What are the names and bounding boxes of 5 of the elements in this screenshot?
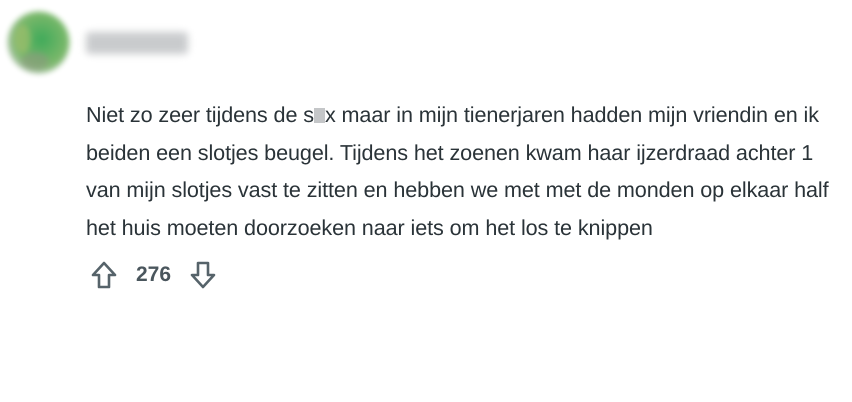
comment-text: Niet zo zeer tijdens de s x maar in mijn tienerjaren hadden mijn vriendin en ik beiden een slotjes beugel. Tijdens het zoenen kwam haar ijzerdraad achter 1 van mijn slotjes vast te zitten en hebben we met met de monden op elkaar half het huis moeten doorzoeken naar iets om het los te knippen — [86, 101, 830, 242]
censor-block — [314, 108, 325, 123]
downvote-button[interactable] — [189, 260, 218, 290]
upvote-button[interactable] — [90, 260, 118, 290]
vote-count: 276 — [136, 263, 172, 288]
